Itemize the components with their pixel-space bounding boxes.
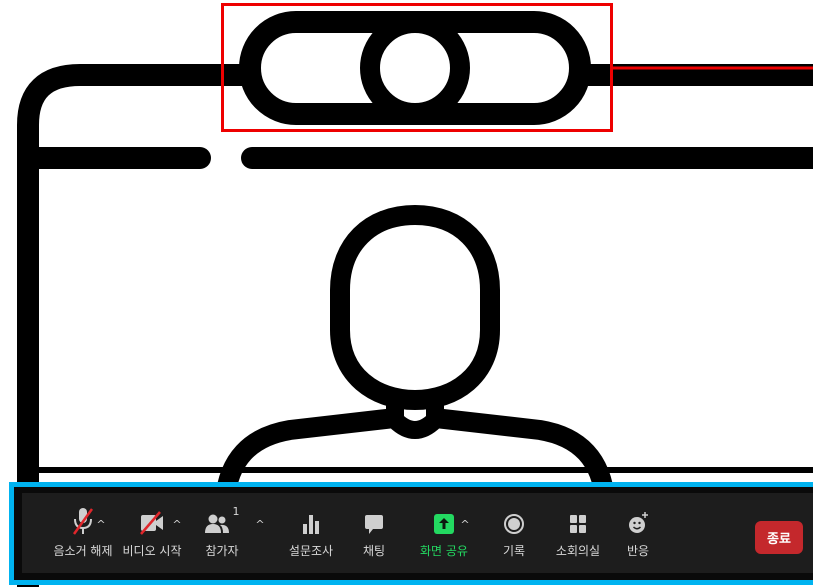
participants-button[interactable]: 1 참가자	[187, 502, 257, 559]
webcam-highlight-box	[221, 3, 613, 132]
reaction-emoji-icon	[629, 512, 648, 533]
chat-label: 채팅	[362, 544, 386, 558]
reactions-button[interactable]: 반응	[603, 502, 673, 559]
chat-bubble-icon	[365, 515, 383, 534]
unmute-button[interactable]: 음소거 해제	[48, 502, 118, 559]
poll-bar-chart-icon	[303, 515, 319, 534]
participant-count: 1	[232, 505, 240, 518]
record-button[interactable]: 기록	[479, 502, 549, 559]
participants-icon	[204, 514, 229, 533]
share-screen-label: 화면 공유	[420, 544, 468, 558]
meeting-toolbar: 음소거 해제 ^ 비디오 시작 ^ 1 참가자 ^ 설문조사 채팅 화면 공유 …	[22, 493, 813, 573]
record-label: 기록	[502, 544, 526, 558]
unmute-label: 음소거 해제	[53, 544, 113, 558]
video-camera-off-icon	[140, 511, 163, 535]
participants-options-caret[interactable]: ^	[255, 519, 265, 530]
polling-button[interactable]: 설문조사	[276, 502, 346, 559]
video-options-caret[interactable]: ^	[172, 519, 182, 530]
share-options-caret[interactable]: ^	[460, 519, 470, 530]
audio-options-caret[interactable]: ^	[96, 519, 106, 530]
record-icon	[504, 514, 524, 534]
end-meeting-button[interactable]: 종료	[755, 521, 803, 554]
breakout-rooms-icon	[570, 515, 586, 533]
share-screen-icon	[434, 514, 454, 534]
microphone-muted-icon	[72, 508, 94, 535]
chat-button[interactable]: 채팅	[339, 502, 409, 559]
polling-label: 설문조사	[288, 544, 334, 558]
reactions-label: 반응	[626, 544, 650, 558]
start-video-label: 비디오 시작	[122, 544, 182, 558]
participants-label: 참가자	[205, 544, 239, 558]
meeting-toolbar-highlight: 음소거 해제 ^ 비디오 시작 ^ 1 참가자 ^ 설문조사 채팅 화면 공유 …	[9, 482, 813, 585]
